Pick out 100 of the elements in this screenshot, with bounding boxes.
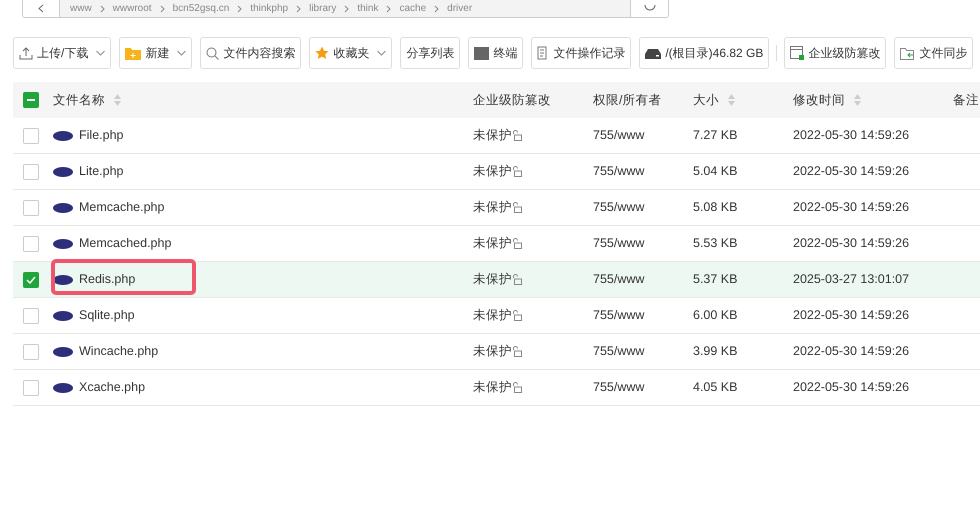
column-header[interactable]: 大小 [693, 90, 719, 110]
table-cell: 5.08 KB [693, 200, 738, 214]
php-file-icon [53, 202, 73, 212]
toolbar-button[interactable]: 上传/下载 [13, 37, 112, 69]
upload-icon [19, 46, 33, 60]
file-row[interactable]: Memcache.php 未保护 755/www 5.08 KB 2022-05-30 14:59:26 [13, 190, 980, 226]
terminal-icon [474, 46, 490, 60]
table-cell: 4.05 KB [693, 380, 738, 394]
php-file-icon [53, 382, 73, 392]
file-name[interactable]: Memcached.php [79, 234, 172, 253]
file-name[interactable]: Wincache.php [79, 342, 158, 361]
table-cell: 2022-05-30 14:59:26 [793, 308, 910, 322]
folder-sync-icon [900, 46, 916, 60]
toolbar-button[interactable]: 收藏夹 [309, 37, 392, 69]
table-cell: 2022-05-30 14:59:26 [793, 344, 910, 358]
chevron-icon [237, 4, 242, 12]
lock-icon[interactable] [512, 382, 522, 393]
chevron-icon [296, 4, 302, 12]
column-header: 企业级防篡改 [473, 92, 551, 109]
php-file-icon [53, 346, 73, 356]
protect-status[interactable]: 未保护 [473, 270, 512, 289]
file-row[interactable]: Redis.php 未保护 755/www 5.37 KB 2025-03-27 13:01:07 [13, 262, 980, 298]
table-cell: 755/www [593, 236, 644, 250]
row-checkbox[interactable] [23, 272, 39, 288]
lock-icon[interactable] [512, 274, 522, 285]
row-checkbox[interactable] [23, 200, 39, 216]
search-icon [206, 46, 220, 60]
file-name[interactable]: File.php [79, 126, 124, 145]
protect-status[interactable]: 未保护 [473, 342, 512, 361]
lock-icon[interactable] [512, 130, 522, 141]
php-file-icon [53, 166, 73, 176]
lock-icon[interactable] [512, 238, 522, 249]
column-header: 权限/所有者 [593, 92, 662, 109]
protect-status[interactable]: 未保护 [473, 306, 512, 325]
file-name[interactable]: Redis.php [79, 270, 136, 289]
chevron-icon [386, 4, 392, 12]
table-cell: 2022-05-30 14:59:26 [793, 200, 910, 214]
chevron-icon [434, 4, 440, 12]
php-file-icon [53, 130, 73, 140]
table-cell: 7.27 KB [693, 128, 738, 142]
select-all-checkbox[interactable] [23, 92, 39, 108]
table-cell: 755/www [593, 344, 644, 358]
row-checkbox[interactable] [23, 236, 39, 252]
lock-icon[interactable] [512, 310, 522, 321]
php-file-icon [53, 310, 73, 320]
toolbar-button[interactable]: 企业级防篡改 [784, 37, 886, 69]
window-icon [790, 46, 804, 60]
column-header[interactable]: 修改时间 [793, 90, 845, 110]
caret-icon [96, 50, 106, 56]
protect-status[interactable]: 未保护 [473, 162, 512, 181]
lock-icon[interactable] [512, 166, 522, 177]
column-header: 备注 [953, 92, 979, 109]
lock-icon[interactable] [512, 202, 522, 213]
toolbar-button[interactable]: /(根目录)46.82 GB [639, 37, 770, 69]
row-checkbox[interactable] [23, 128, 39, 144]
file-name[interactable]: Memcache.php [79, 198, 164, 217]
minus-icon [27, 99, 35, 101]
caret-icon [377, 50, 386, 56]
table-cell: 2025-03-27 13:01:07 [793, 272, 910, 286]
table-cell: 5.37 KB [693, 272, 738, 286]
table-cell: 5.04 KB [693, 164, 738, 178]
toolbar-button[interactable]: 文件内容搜索 [200, 37, 302, 69]
file-row[interactable]: Lite.php 未保护 755/www 5.04 KB 2022-05-30 14:59:26 [13, 154, 980, 190]
toolbar-button[interactable]: 文件同步 [894, 37, 974, 69]
file-row[interactable]: Wincache.php 未保护 755/www 3.99 KB 2022-05-30 14:59:26 [13, 334, 980, 370]
file-row[interactable]: File.php 未保护 755/www 7.27 KB 2022-05-30 14:59:26 [13, 118, 980, 154]
file-name[interactable]: Sqlite.php [79, 306, 135, 325]
lock-icon[interactable] [512, 346, 522, 357]
protect-status[interactable]: 未保护 [473, 198, 512, 217]
folder-icon [125, 46, 142, 60]
php-file-icon [53, 274, 73, 284]
table-cell: 2022-05-30 14:59:26 [793, 380, 910, 394]
row-checkbox[interactable] [23, 344, 39, 360]
refresh-icon[interactable] [644, 4, 656, 14]
toolbar-button[interactable]: 分享列表 [400, 37, 460, 69]
checkmark-icon [26, 276, 36, 284]
caret-icon [177, 50, 186, 56]
row-checkbox[interactable] [23, 164, 39, 180]
row-checkbox[interactable] [23, 308, 39, 324]
back-icon[interactable] [38, 4, 44, 13]
file-name[interactable]: Xcache.php [79, 378, 146, 397]
protect-status[interactable]: 未保护 [473, 234, 512, 253]
table-cell: 2022-05-30 14:59:26 [793, 236, 910, 250]
file-name[interactable]: Lite.php [79, 162, 124, 181]
table-cell: 755/www [593, 128, 644, 142]
column-header[interactable]: 文件名称 [53, 90, 105, 110]
row-checkbox[interactable] [23, 380, 39, 396]
toolbar-button[interactable]: 文件操作记录 [531, 37, 632, 69]
table-cell: 2022-05-30 14:59:26 [793, 164, 910, 178]
table-cell: 755/www [593, 200, 644, 214]
protect-status[interactable]: 未保护 [473, 378, 512, 397]
file-row[interactable]: Xcache.php 未保护 755/www 4.05 KB 2022-05-30 14:59:26 [13, 370, 980, 406]
table-cell: 755/www [593, 164, 644, 178]
php-file-icon [53, 238, 73, 248]
document-icon [537, 46, 550, 60]
protect-status[interactable]: 未保护 [473, 126, 512, 145]
toolbar-button[interactable]: 终端 [468, 37, 524, 69]
file-row[interactable]: Sqlite.php 未保护 755/www 6.00 KB 2022-05-30 14:59:26 [13, 298, 980, 334]
table-cell: 6.00 KB [693, 308, 738, 322]
toolbar-button[interactable]: 新建 [119, 37, 192, 69]
